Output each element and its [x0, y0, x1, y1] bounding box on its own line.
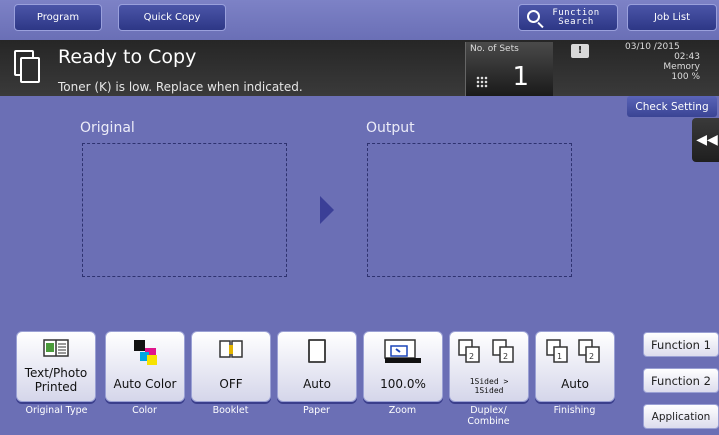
copy-document-icon — [14, 50, 40, 84]
finishing-label: Finishing — [553, 405, 596, 416]
finishing-icon: 1 2 — [546, 339, 600, 363]
memory-value: 100 % — [671, 72, 700, 82]
duplex-combine-button[interactable]: 2 2 1Sided > 1Sided — [449, 331, 529, 402]
application-tab[interactable]: Application — [643, 404, 719, 429]
memory-label: Memory — [663, 62, 700, 72]
arrow-right-icon — [320, 196, 334, 224]
top-bar: Program Quick Copy Function Search Job L… — [0, 0, 719, 40]
keypad-icon — [476, 76, 488, 88]
status-title: Ready to Copy — [58, 46, 197, 68]
sets-label: No. of Sets — [470, 44, 519, 54]
svg-text:1: 1 — [557, 352, 562, 361]
quick-copy-button[interactable]: Quick Copy — [118, 4, 226, 31]
search-label-line2: Search — [558, 16, 594, 27]
function-search-button[interactable]: Function Search — [518, 4, 618, 31]
warning-icon[interactable]: ! — [571, 44, 589, 58]
job-list-button[interactable]: Job List — [627, 4, 717, 31]
paper-button[interactable]: Auto — [277, 331, 357, 402]
check-setting-button[interactable]: Check Setting — [627, 96, 717, 117]
output-preview-frame — [367, 143, 572, 277]
zoom-value: 100.0% — [380, 377, 426, 391]
svg-text:2: 2 — [503, 352, 508, 361]
quick-copy-button-label: Quick Copy — [143, 12, 201, 23]
program-button-label: Program — [36, 12, 80, 23]
collapse-panel-icon[interactable]: ◀◀ — [692, 118, 719, 162]
application-label: Application — [651, 410, 711, 423]
original-type-value: Text/Photo Printed — [24, 366, 88, 394]
duplex-value: 1Sided > 1Sided — [469, 377, 509, 395]
date-memory-block: 03/10 /2015 02:43 Memory 100 % — [600, 42, 714, 82]
zoom-label: Zoom — [388, 405, 417, 416]
date-display: 03/10 /2015 — [625, 42, 680, 52]
zoom-button[interactable]: 100.0% — [363, 331, 443, 402]
duplex-label: Duplex/ Combine — [467, 405, 510, 427]
output-label: Output — [366, 120, 415, 136]
color-value: Auto Color — [113, 377, 177, 391]
original-preview-frame — [82, 143, 287, 277]
text-photo-icon — [43, 339, 69, 357]
job-list-button-label: Job List — [653, 12, 691, 23]
booklet-label: Booklet — [212, 405, 249, 416]
svg-text:2: 2 — [589, 352, 594, 361]
search-icon — [527, 10, 540, 23]
function-2-label: Function 2 — [651, 373, 711, 388]
paper-icon — [308, 339, 326, 363]
time-display: 02:43 — [674, 52, 700, 62]
booklet-value: OFF — [219, 377, 243, 391]
color-label: Color — [132, 405, 157, 416]
paper-value: Auto — [303, 377, 331, 391]
original-label: Original — [80, 120, 135, 136]
function-2-tab[interactable]: Function 2 — [643, 368, 719, 393]
finishing-button[interactable]: 1 2 Auto — [535, 331, 615, 402]
program-button[interactable]: Program — [14, 4, 102, 31]
duplex-icon: 2 2 — [458, 339, 514, 363]
booklet-button[interactable]: OFF — [191, 331, 271, 402]
function-1-tab[interactable]: Function 1 — [643, 332, 719, 357]
zoom-icon — [384, 339, 421, 363]
paper-label: Paper — [303, 405, 330, 416]
booklet-icon — [219, 340, 243, 358]
color-button[interactable]: Auto Color — [105, 331, 185, 402]
sets-value: 1 — [512, 62, 529, 92]
finishing-value: Auto — [561, 377, 589, 391]
svg-text:2: 2 — [469, 352, 474, 361]
original-type-label: Original Type — [25, 405, 88, 416]
number-of-sets-field[interactable]: No. of Sets 1 — [465, 42, 553, 96]
status-message: Toner (K) is low. Replace when indicated… — [58, 80, 303, 94]
original-type-button[interactable]: Text/Photo Printed — [16, 331, 96, 402]
function-1-label: Function 1 — [651, 337, 711, 352]
color-icon — [134, 340, 157, 365]
